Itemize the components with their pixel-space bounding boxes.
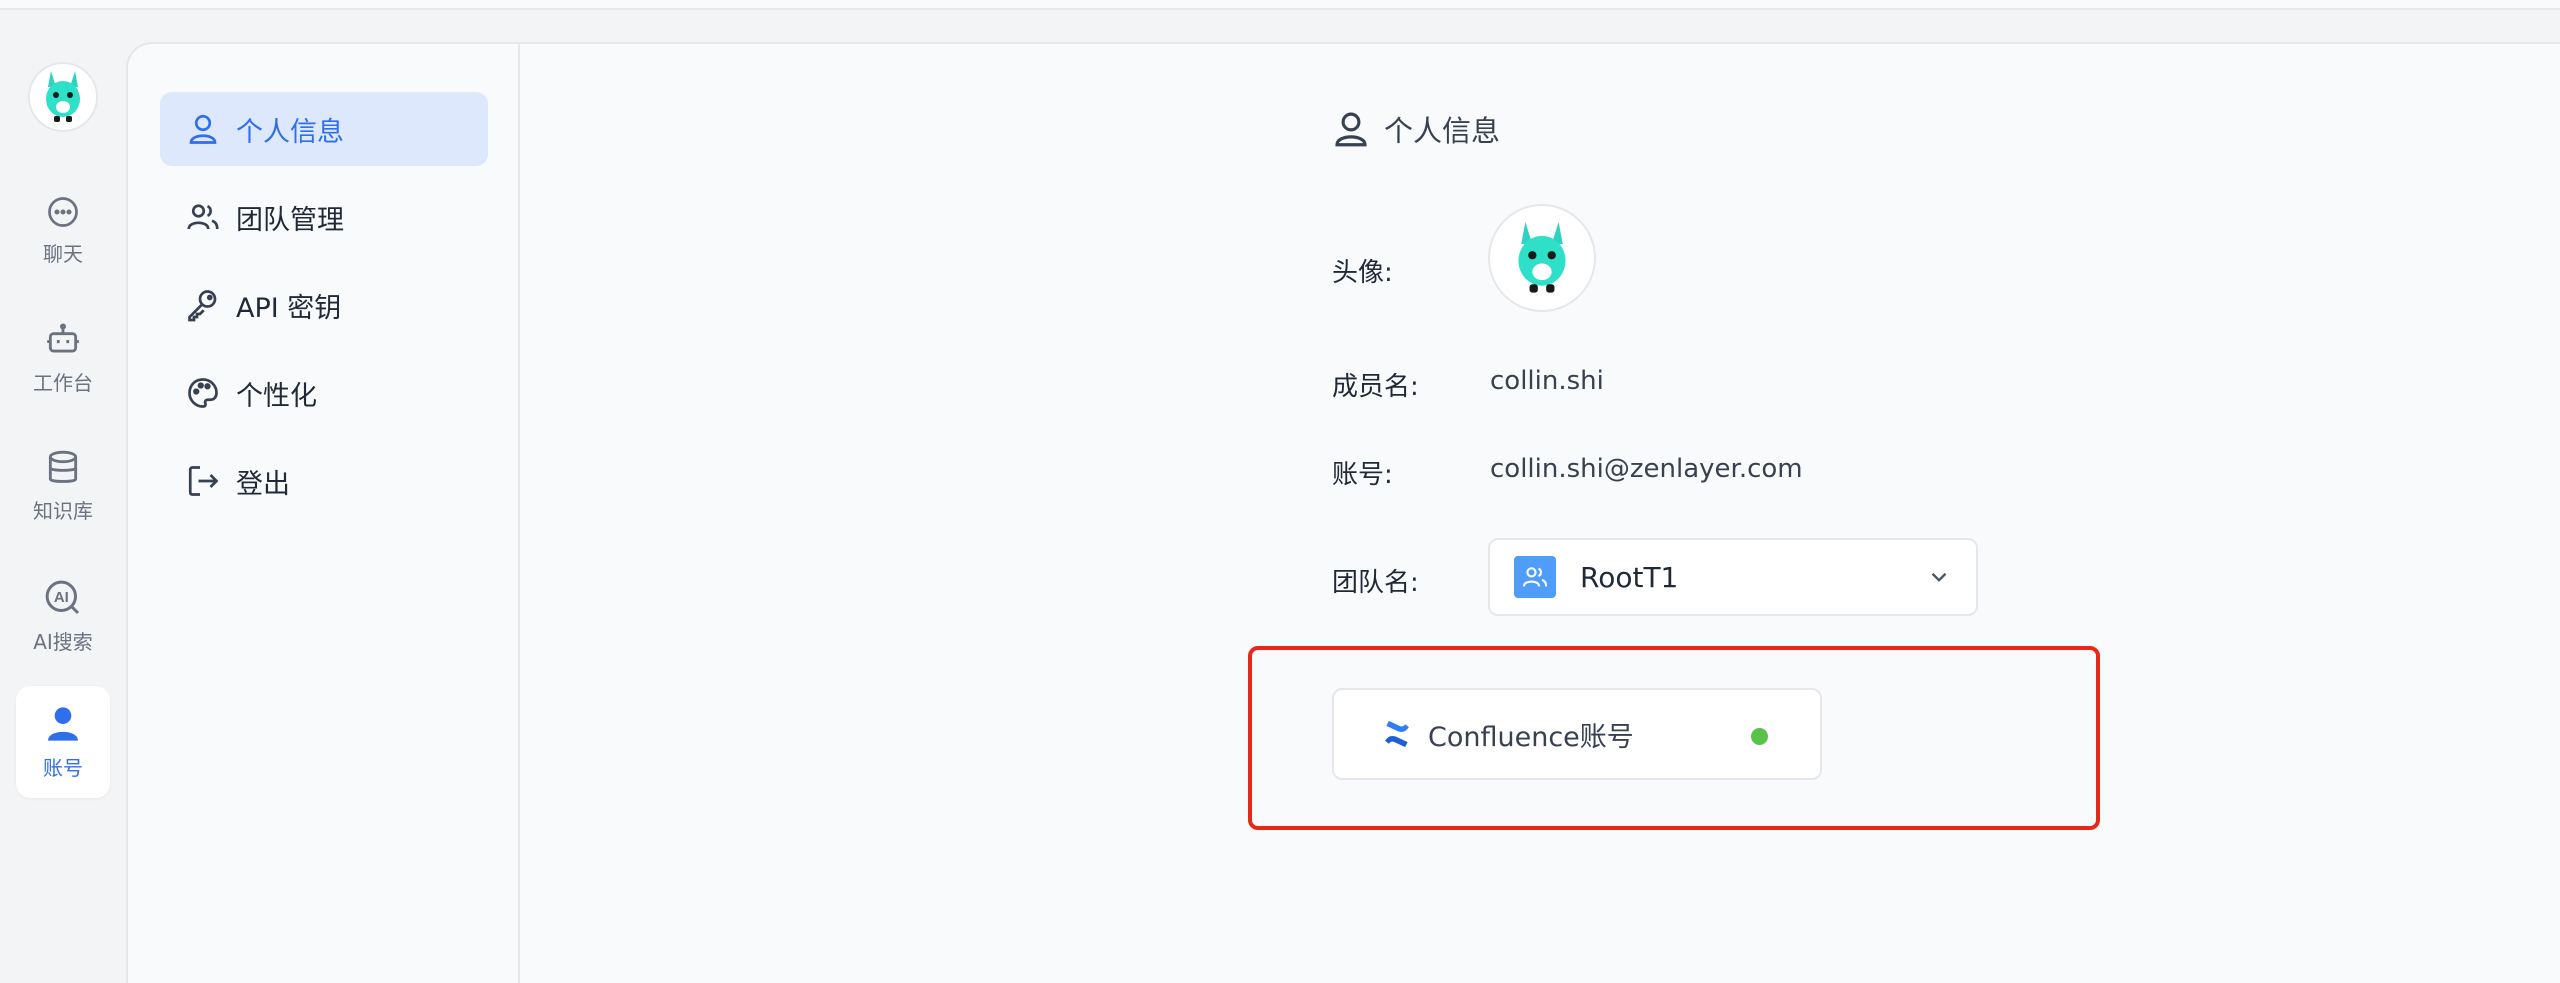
connection-status-dot bbox=[1751, 728, 1768, 745]
member-name-value: collin.shi bbox=[1490, 366, 1604, 396]
rail-item-knowledge-base[interactable]: 知识库 bbox=[16, 430, 110, 542]
account-label: 账号: bbox=[1332, 460, 1393, 490]
icon-rail: 聊天 工作台 知识库 AI AI搜索 账号 bbox=[0, 12, 126, 983]
menu-item-label: API 密钥 bbox=[236, 292, 342, 324]
profile-avatar[interactable] bbox=[1488, 204, 1596, 312]
chevron-down-icon bbox=[1931, 572, 1947, 582]
user-outline-icon bbox=[184, 110, 222, 148]
confluence-account-card[interactable]: Confluence账号 bbox=[1332, 688, 1822, 780]
team-select[interactable]: RootT1 bbox=[1488, 538, 1978, 616]
rail-item-label: AI搜索 bbox=[33, 629, 93, 654]
user-outline-icon bbox=[1330, 108, 1372, 150]
menu-item-logout[interactable]: 登出 bbox=[160, 444, 488, 518]
section-title-text: 个人信息 bbox=[1384, 114, 1501, 148]
profile-content: 个人信息 头像: 成员名: collin.shi 账号: collin.shi@… bbox=[520, 44, 2560, 983]
key-icon bbox=[184, 286, 222, 324]
rail-item-label: 工作台 bbox=[33, 370, 93, 395]
robot-icon bbox=[47, 323, 79, 353]
database-icon bbox=[48, 450, 78, 483]
settings-menu: 个人信息 团队管理 API 密钥 个性化 登出 bbox=[128, 44, 520, 983]
palette-icon bbox=[184, 374, 222, 412]
rail-item-ai-search[interactable]: AI AI搜索 bbox=[16, 560, 110, 672]
menu-item-label: 个人信息 bbox=[236, 116, 344, 148]
user-icon bbox=[48, 706, 78, 741]
menu-item-api-keys[interactable]: API 密钥 bbox=[160, 268, 488, 342]
member-name-label: 成员名: bbox=[1332, 372, 1419, 402]
rail-item-chat[interactable]: 聊天 bbox=[16, 174, 110, 286]
rail-item-label: 账号 bbox=[43, 755, 83, 780]
menu-item-team-management[interactable]: 团队管理 bbox=[160, 180, 488, 254]
rail-item-label: 知识库 bbox=[33, 498, 93, 523]
main-panel: 个人信息 团队管理 API 密钥 个性化 登出 个人信息 头像: 成员名: co… bbox=[126, 42, 2560, 983]
chat-bubble-icon bbox=[48, 196, 78, 227]
menu-item-label: 个性化 bbox=[236, 380, 317, 412]
svg-text:AI: AI bbox=[54, 589, 69, 606]
app-avatar[interactable] bbox=[28, 62, 98, 132]
menu-item-profile[interactable]: 个人信息 bbox=[160, 92, 488, 166]
confluence-account-label: Confluence账号 bbox=[1428, 721, 1634, 753]
menu-item-label: 登出 bbox=[236, 468, 290, 500]
confluence-icon bbox=[1385, 720, 1409, 748]
mascot-icon bbox=[46, 71, 80, 122]
menu-item-personalization[interactable]: 个性化 bbox=[160, 356, 488, 430]
top-border bbox=[0, 0, 2560, 10]
team-badge-icon bbox=[1514, 556, 1556, 598]
mascot-icon bbox=[1518, 222, 1566, 293]
team-select-value: RootT1 bbox=[1580, 560, 1679, 594]
rail-item-workbench[interactable]: 工作台 bbox=[16, 302, 110, 414]
ai-search-icon: AI bbox=[45, 580, 80, 614]
team-name-label: 团队名: bbox=[1332, 568, 1419, 598]
rail-item-account[interactable]: 账号 bbox=[16, 686, 110, 798]
section-title: 个人信息 bbox=[1330, 108, 1500, 150]
logout-icon bbox=[184, 462, 222, 500]
account-value: collin.shi@zenlayer.com bbox=[1490, 454, 1803, 484]
rail-item-label: 聊天 bbox=[43, 241, 83, 266]
menu-item-label: 团队管理 bbox=[236, 204, 344, 236]
team-icon bbox=[184, 198, 222, 236]
avatar-label: 头像: bbox=[1332, 258, 1393, 288]
